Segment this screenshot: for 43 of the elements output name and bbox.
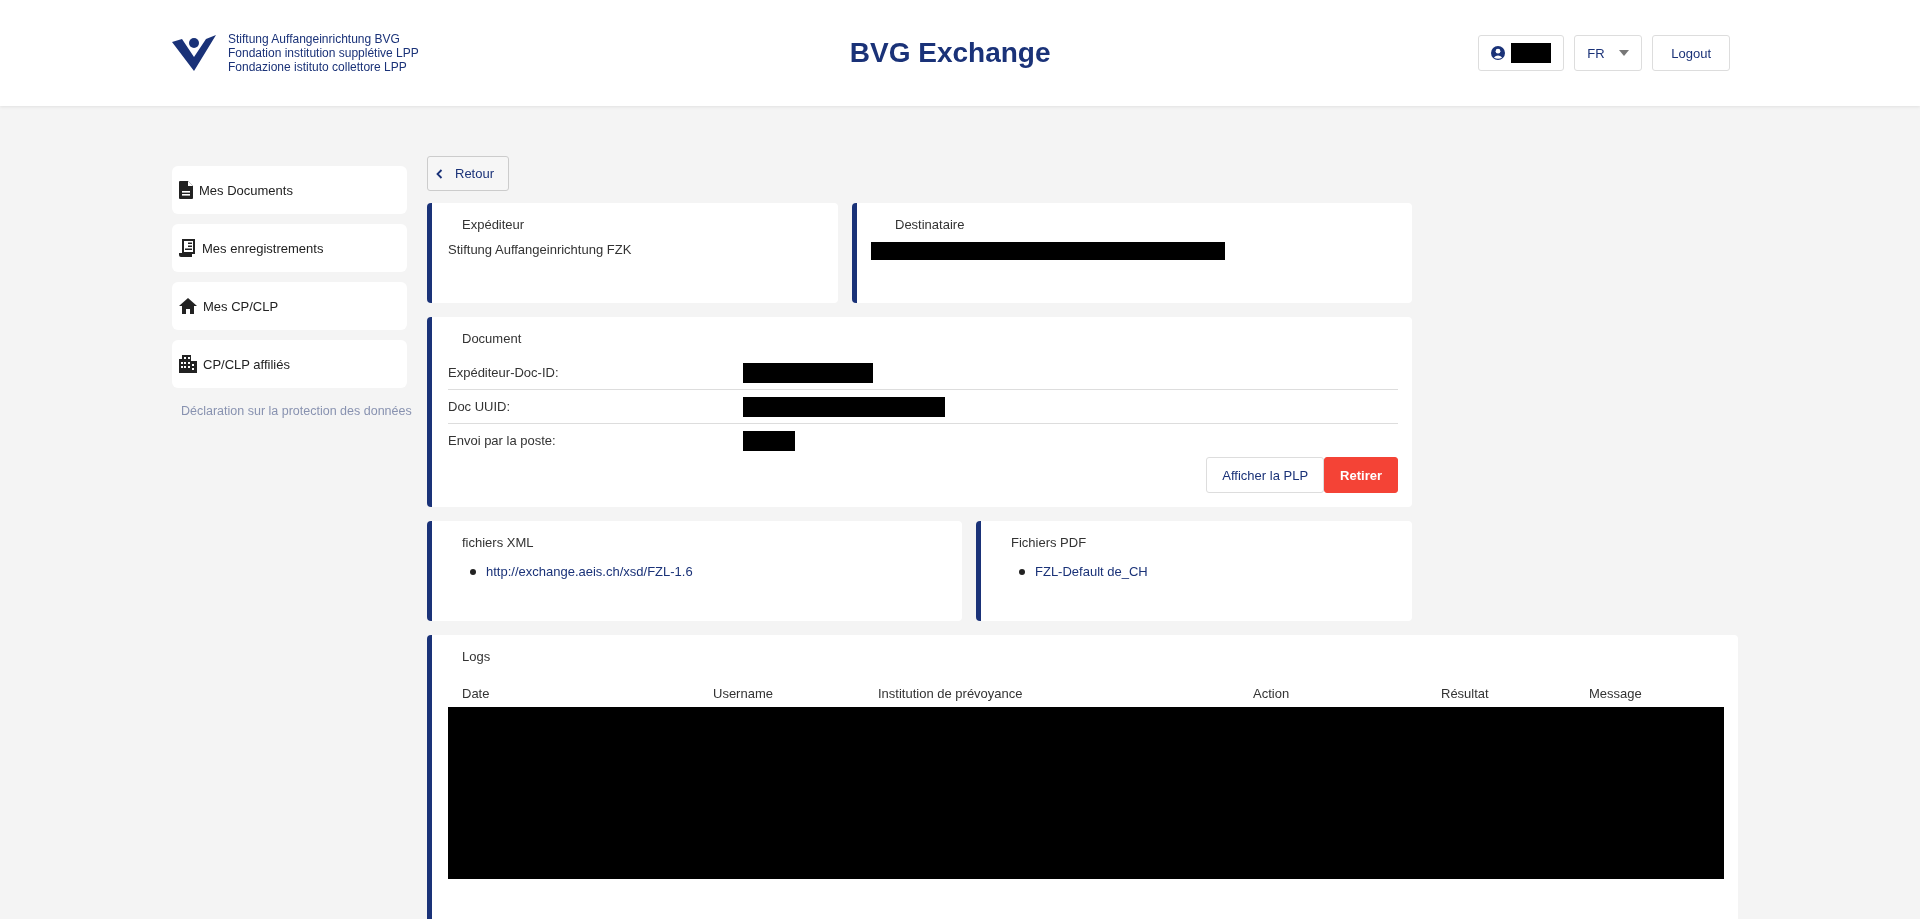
logo-text: Fondazione istituto collettore LPP: [228, 60, 408, 74]
file-link[interactable]: http://exchange.aeis.ch/xsd/FZL-1.6: [486, 564, 693, 579]
home-icon: [179, 298, 197, 314]
sidebar-item[interactable]: Mes Documents: [172, 166, 407, 214]
card-title: Destinataire: [894, 217, 966, 232]
document-icon: [179, 181, 193, 199]
sender-name: Stiftung Auffangeinrichtung FZK: [448, 242, 633, 257]
column-header: Action: [1253, 686, 1291, 701]
logo-icon: [172, 35, 216, 71]
buildings-icon: [179, 355, 197, 373]
user-button[interactable]: [1478, 35, 1565, 71]
caret-icon: [1619, 50, 1630, 56]
user-icon: [1491, 46, 1506, 60]
field-label: Doc UUID:: [448, 399, 512, 414]
column-header: Date: [462, 686, 491, 701]
logo-text: Stiftung Auffangeinrichtung BVG: [228, 32, 401, 46]
sidebar-item[interactable]: Mes enregistrements: [172, 224, 407, 272]
back-button[interactable]: Retour: [427, 156, 510, 191]
receipt-icon: [179, 239, 196, 257]
bullet-icon: [1019, 568, 1025, 575]
app-title: BVG Exchange: [848, 37, 1052, 69]
file-link[interactable]: FZL-Default de_CH: [1035, 564, 1148, 579]
card-title: fichiers XML: [461, 535, 535, 550]
column-header: Résultat: [1441, 686, 1490, 701]
card-title: Fichiers PDF: [1010, 535, 1088, 550]
redaction-bar: [743, 430, 795, 451]
column-header: Username: [713, 686, 774, 701]
field-label: Envoi par la poste:: [448, 433, 557, 448]
card-title: Expéditeur: [461, 217, 526, 232]
view-button[interactable]: Afficher la PLP: [1206, 457, 1325, 493]
language-select[interactable]: FR: [1574, 35, 1643, 71]
sidebar-item[interactable]: CP/CLP affiliés: [172, 340, 407, 388]
chevron-left-icon: [436, 168, 443, 179]
logo-text: Fondation institution supplétive LPP: [228, 46, 419, 60]
withdraw-button[interactable]: Retirer: [1324, 457, 1398, 493]
column-header: Message: [1589, 686, 1642, 701]
sidebar-item[interactable]: Mes CP/CLP: [172, 282, 407, 330]
card-title: Logs: [461, 649, 492, 664]
bullet-icon: [470, 568, 476, 575]
card-title: Document: [461, 331, 523, 346]
field-label: Expéditeur-Doc-ID:: [448, 365, 560, 380]
column-header: Institution de prévoyance: [878, 686, 1024, 701]
logout-button[interactable]: Logout: [1652, 35, 1730, 71]
